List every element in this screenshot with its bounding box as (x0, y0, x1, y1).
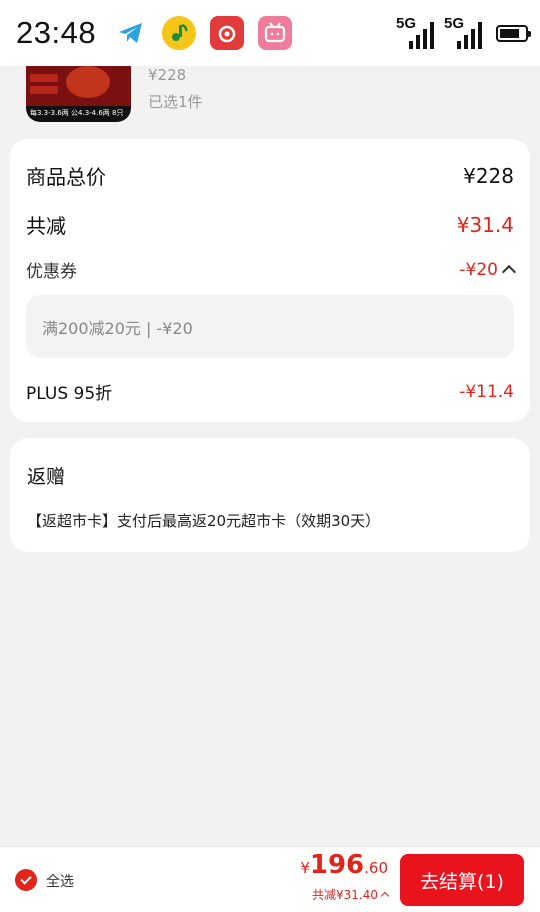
chevron-up-icon (380, 891, 390, 901)
plus-discount-value: -¥11.4 (459, 381, 514, 402)
product-item[interactable]: 每3.3-3.6两 公4.3-4.6两 8只 ¥228 已选1件 (0, 56, 540, 134)
signal-icon: 5G (396, 15, 434, 49)
check-icon (20, 873, 32, 885)
plus-discount-row: PLUS 95折 -¥11.4 (26, 379, 514, 405)
checkout-bar: 全选 ¥196.60 共减¥31.40 去结算(1) (0, 846, 540, 912)
total-price: ¥196.60 (300, 850, 388, 880)
price-summary-card: 商品总价 ¥228 共减 ¥31.4 优惠券 -¥20 满200减20元 | -… (10, 139, 530, 422)
battery-icon (496, 24, 531, 42)
notification-icons (114, 16, 293, 50)
coupon-row[interactable]: 优惠券 -¥20 (26, 257, 517, 282)
plus-discount-label: PLUS 95折 (26, 384, 113, 404)
goods-total-row: 商品总价 ¥228 (26, 161, 514, 190)
signal-indicators: 5G 5G (396, 15, 531, 49)
gift-description: 【返超市卡】支付后最高返20元超市卡（效期30天） (27, 512, 381, 530)
coupon-label: 优惠券 (26, 262, 77, 282)
discount-value: ¥31.4 (456, 212, 514, 237)
selected-count: 已选1件 (148, 93, 203, 111)
signal-icon: 5G (444, 15, 482, 49)
currency-symbol: ¥ (300, 859, 310, 877)
goods-total-label: 商品总价 (26, 165, 106, 189)
coupon-detail-text: 满200减20元 | -¥20 (42, 318, 193, 338)
status-bar: 23:48 5G 5G (0, 0, 540, 66)
goods-total-value: ¥228 (463, 163, 514, 188)
saved-amount: 共减¥31.40 (312, 888, 378, 902)
saved-amount-toggle[interactable]: 共减¥31.40 (312, 886, 390, 903)
discount-label: 共减 (26, 214, 66, 238)
coupon-toggle[interactable]: -¥20 (459, 259, 517, 280)
checkout-button[interactable]: 去结算(1) (400, 854, 524, 906)
product-image[interactable]: 每3.3-3.6两 公4.3-4.6两 8只 (26, 60, 131, 122)
gift-title: 返赠 (27, 466, 66, 488)
netease-music-icon (210, 16, 245, 50)
product-price: ¥228 (148, 66, 187, 84)
bilibili-icon (258, 16, 293, 50)
telegram-icon (114, 16, 148, 50)
total-integer: 196 (309, 850, 365, 880)
qq-music-icon (162, 16, 197, 50)
product-image-caption: 每3.3-3.6两 公4.3-4.6两 8只 (30, 109, 124, 117)
discount-row: 共减 ¥31.4 (26, 210, 514, 239)
chevron-up-icon[interactable] (501, 264, 517, 280)
clock: 23:48 (16, 15, 97, 50)
total-decimal: .60 (364, 859, 388, 877)
gift-card: 返赠 【返超市卡】支付后最高返20元超市卡（效期30天） (10, 438, 530, 552)
coupon-value: -¥20 (459, 259, 498, 280)
select-all-checkbox[interactable] (15, 869, 37, 891)
coupon-detail[interactable]: 满200减20元 | -¥20 (26, 295, 514, 358)
select-all-label[interactable]: 全选 (46, 871, 74, 891)
